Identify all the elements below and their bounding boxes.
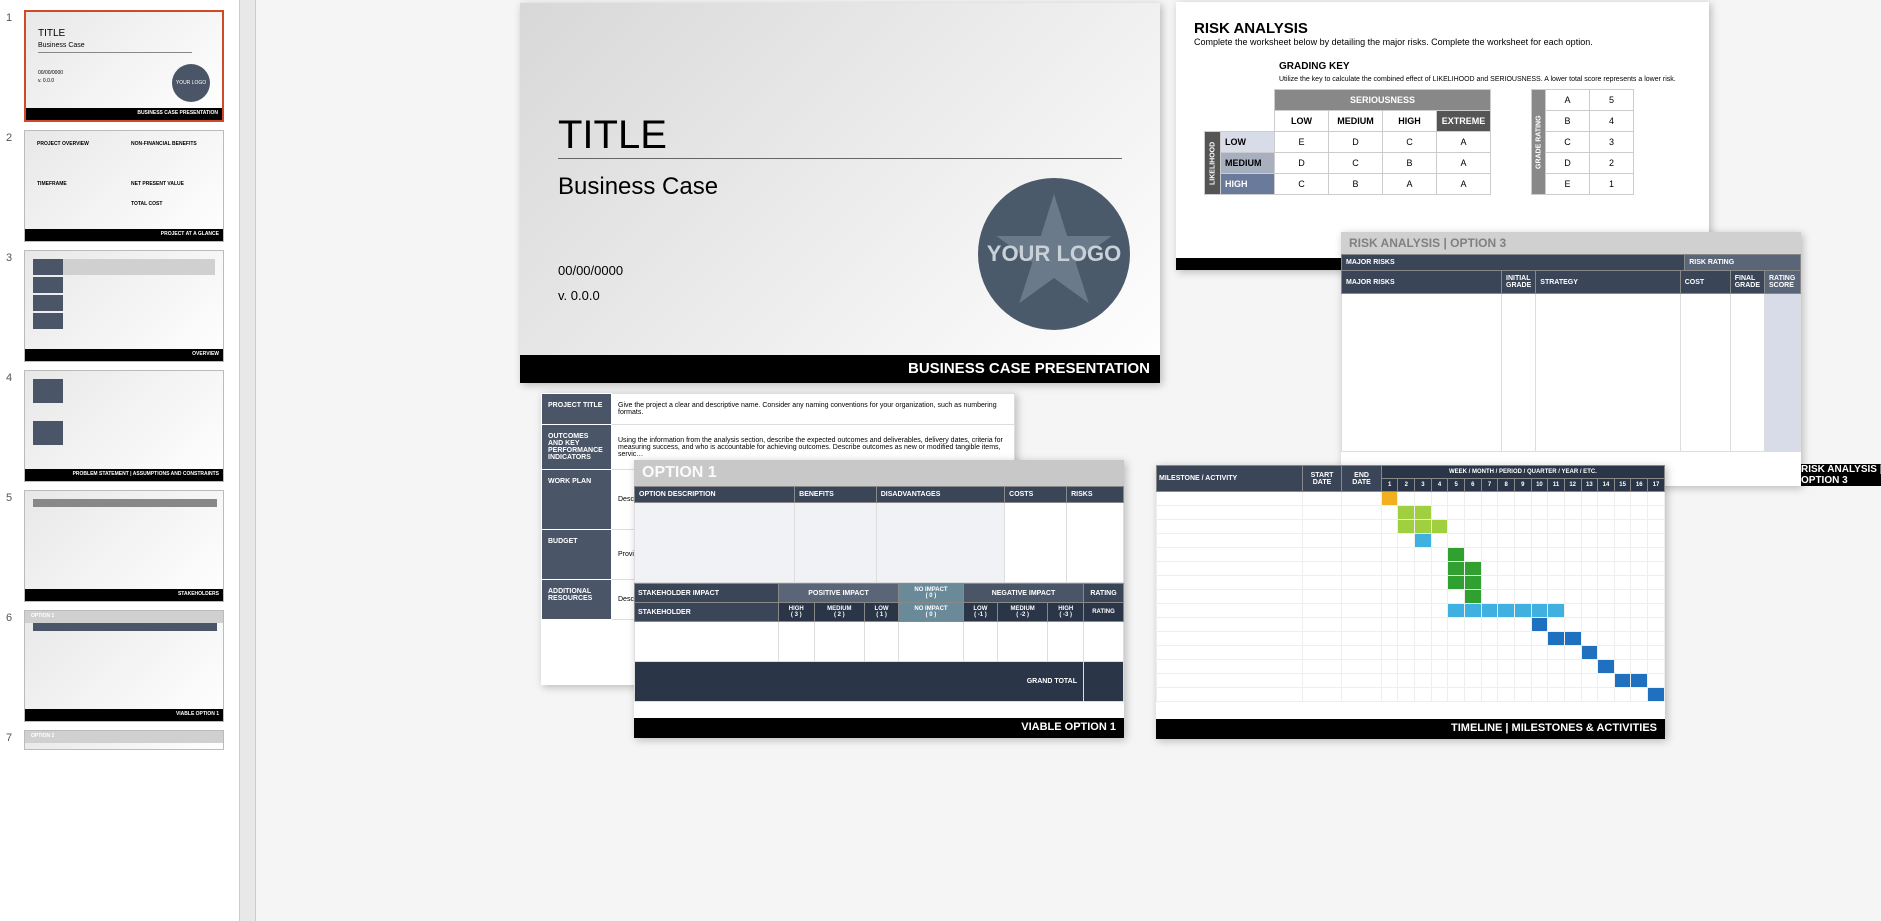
page-title: TITLE: [558, 113, 667, 158]
slide-risk-option3[interactable]: RISK ANALYSIS | OPTION 3 MAJOR RISKS RIS…: [1341, 232, 1801, 486]
slide-header: RISK ANALYSIS | OPTION 3: [1341, 232, 1801, 254]
slide-risk-analysis[interactable]: RISK ANALYSIS Complete the worksheet bel…: [1176, 2, 1709, 270]
date-field: 00/00/0000: [558, 263, 623, 278]
logo-icon: YOUR LOGO: [172, 64, 210, 102]
timeline-table: MILESTONE / ACTIVITY START DATE END DATE…: [1156, 465, 1665, 702]
slide-option1[interactable]: OPTION 1 OPTION DESCRIPTIONBENEFITSDISAD…: [634, 460, 1124, 738]
footer-label: TIMELINE | MILESTONES & ACTIVITIES: [1451, 722, 1657, 734]
version-field: v. 0.0.0: [558, 288, 600, 303]
thumb-number: 2: [6, 130, 24, 144]
slide-thumbnail-panel: 1 TITLE Business Case 00/00/0000 v. 0.0.…: [0, 0, 240, 921]
slide-thumbnail-7[interactable]: OPTION 2: [24, 730, 224, 750]
slide-title[interactable]: TITLE Business Case YOUR LOGO 00/00/0000…: [520, 3, 1160, 383]
slide-timeline[interactable]: MILESTONE / ACTIVITY START DATE END DATE…: [1156, 465, 1665, 739]
slide-thumbnail-5[interactable]: STAKEHOLDERS: [24, 490, 224, 602]
slide-thumbnail-4[interactable]: PROBLEM STATEMENT | ASSUMPTIONS AND CONS…: [24, 370, 224, 482]
scrollbar[interactable]: [240, 0, 256, 921]
thumb-number: 7: [6, 730, 24, 744]
risk-option3-table: MAJOR RISKS RISK RATING: [1341, 254, 1801, 271]
footer-label: VIABLE OPTION 1: [1021, 721, 1116, 733]
grade-rating-table: GRADE RATING A5 B4 C3 D2 E1: [1531, 89, 1634, 195]
thumb-number: 5: [6, 490, 24, 504]
slide-thumbnail-3[interactable]: OVERVIEW: [24, 250, 224, 362]
page-subtitle: Business Case: [558, 173, 718, 201]
slide-thumbnail-6[interactable]: OPTION 1 VIABLE OPTION 1: [24, 610, 224, 722]
slide-thumbnail-1[interactable]: TITLE Business Case 00/00/0000 v. 0.0.0 …: [24, 10, 224, 122]
footer-label: RISK ANALYSIS | OPTION 3: [1801, 464, 1881, 486]
risk-matrix-table: SERIOUSNESS LOWMEDIUM HIGHEXTREME LIKELI…: [1204, 89, 1491, 195]
thumb-number: 4: [6, 370, 24, 384]
footer-label: BUSINESS CASE PRESENTATION: [908, 360, 1150, 377]
thumb-number: 3: [6, 250, 24, 264]
slide-header: OPTION 1: [634, 460, 1124, 486]
slide-thumbnail-2[interactable]: PROJECT OVERVIEW NON-FINANCIAL BENEFITS …: [24, 130, 224, 242]
option-table: OPTION DESCRIPTIONBENEFITSDISADVANTAGESC…: [634, 486, 1124, 583]
stakeholder-impact-table: STAKEHOLDER IMPACT POSITIVE IMPACT NO IM…: [634, 583, 1124, 702]
slide-canvas: TITLE Business Case YOUR LOGO 00/00/0000…: [256, 0, 1881, 921]
thumb-number: 6: [6, 610, 24, 624]
section-title: RISK ANALYSIS: [1194, 20, 1691, 37]
thumb-number: 1: [6, 10, 24, 24]
logo-placeholder: YOUR LOGO: [978, 178, 1130, 330]
